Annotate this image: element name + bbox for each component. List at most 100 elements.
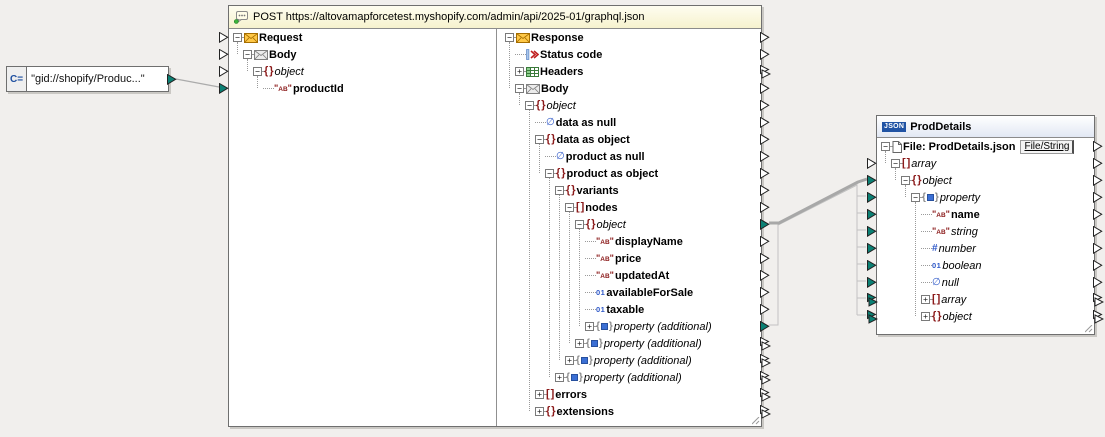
input-connector[interactable]	[219, 49, 229, 60]
output-connector[interactable]	[1093, 293, 1104, 307]
expander-icon[interactable]: −	[565, 203, 574, 212]
input-connector[interactable]	[219, 32, 229, 43]
expander-icon[interactable]: −	[545, 169, 554, 178]
output-connector[interactable]	[1093, 260, 1103, 271]
expander-icon[interactable]: +	[575, 339, 584, 348]
output-connector[interactable]	[1093, 141, 1103, 152]
input-connector-connected[interactable]	[867, 260, 877, 271]
proddetails-component-header[interactable]: JSON ProdDetails	[877, 116, 1094, 138]
proddetails-json-component[interactable]: JSON ProdDetails −File: ProdDetails.json…	[876, 115, 1095, 335]
expander-icon[interactable]: −	[233, 33, 242, 42]
node-label[interactable]: array	[941, 294, 966, 306]
post-component-header[interactable]: POST https://altovamapforcetest.myshopif…	[229, 6, 761, 29]
input-connector-connected[interactable]	[867, 310, 878, 324]
output-connector[interactable]	[760, 151, 770, 162]
expander-icon[interactable]: +	[921, 312, 930, 321]
expander-icon[interactable]: −	[881, 142, 890, 151]
post-webservice-component[interactable]: POST https://altovamapforcetest.myshopif…	[228, 5, 762, 427]
node-label[interactable]: object	[596, 219, 625, 231]
node-label[interactable]: data as null	[556, 117, 617, 129]
output-connector[interactable]	[760, 270, 770, 281]
input-connector-connected[interactable]	[867, 293, 878, 307]
node-label[interactable]: null	[942, 277, 959, 289]
output-connector[interactable]	[760, 371, 771, 385]
expander-icon[interactable]: −	[253, 67, 262, 76]
node-label[interactable]: property (additional)	[614, 321, 712, 333]
node-label[interactable]: Headers	[540, 66, 583, 78]
node-label[interactable]: productId	[293, 83, 344, 95]
expander-icon[interactable]: −	[535, 135, 544, 144]
output-connector[interactable]	[1093, 310, 1104, 324]
node-label[interactable]: Response	[531, 32, 584, 44]
connection-constant-to-productid[interactable]	[176, 79, 219, 87]
expander-icon[interactable]: +	[921, 295, 930, 304]
input-connector-connected[interactable]	[219, 83, 229, 94]
node-label[interactable]: Status code	[540, 49, 602, 61]
output-connector[interactable]	[760, 65, 771, 79]
expander-icon[interactable]: −	[911, 193, 920, 202]
output-connector[interactable]	[760, 388, 771, 402]
output-connector[interactable]	[760, 304, 770, 315]
node-label[interactable]: price	[615, 253, 641, 265]
node-label[interactable]: product as object	[566, 168, 658, 180]
expander-icon[interactable]: −	[891, 159, 900, 168]
output-connector[interactable]	[1093, 209, 1103, 220]
node-label[interactable]: property (additional)	[604, 338, 702, 350]
node-label[interactable]: File: ProdDetails.json	[903, 141, 1015, 153]
node-label[interactable]: data as object	[556, 134, 629, 146]
node-label[interactable]: variants	[576, 185, 618, 197]
output-connector[interactable]	[1093, 277, 1103, 288]
output-connector-connected[interactable]	[760, 321, 770, 332]
expander-icon[interactable]: −	[505, 33, 514, 42]
node-label[interactable]: Body	[269, 49, 297, 61]
constant-component[interactable]: C= "gid://shopify/Produc..."	[6, 66, 169, 92]
expander-icon[interactable]: −	[575, 220, 584, 229]
output-connector[interactable]	[760, 337, 771, 351]
output-connector[interactable]	[1093, 192, 1103, 203]
node-label[interactable]: boolean	[942, 260, 981, 272]
node-label[interactable]: property (additional)	[594, 355, 692, 367]
node-label[interactable]: object	[922, 175, 951, 187]
node-label[interactable]: array	[911, 158, 936, 170]
output-connector[interactable]	[1093, 243, 1103, 254]
input-connector[interactable]	[219, 66, 229, 77]
output-connector[interactable]	[1093, 158, 1103, 169]
input-connector-connected[interactable]	[867, 226, 877, 237]
output-connector[interactable]	[760, 32, 770, 43]
resize-grip[interactable]	[752, 417, 760, 425]
expander-icon[interactable]: −	[901, 176, 910, 185]
node-label[interactable]: object	[546, 100, 575, 112]
output-connector[interactable]	[760, 236, 770, 247]
node-label[interactable]: object	[942, 311, 971, 323]
output-connector[interactable]	[760, 83, 770, 94]
expander-icon[interactable]: −	[515, 84, 524, 93]
connection-copyall-object[interactable]	[769, 179, 867, 223]
expander-icon[interactable]: +	[565, 356, 574, 365]
input-connector-connected[interactable]	[867, 243, 877, 254]
input-connector-connected[interactable]	[867, 277, 877, 288]
connection-child-bus-source[interactable]	[769, 224, 778, 325]
output-connector[interactable]	[1093, 175, 1103, 186]
resize-grip[interactable]	[1085, 325, 1093, 333]
connection-child-bus-target[interactable]	[778, 185, 857, 315]
expander-icon[interactable]: +	[535, 390, 544, 399]
node-label[interactable]: name	[951, 209, 980, 221]
node-label[interactable]: number	[939, 243, 976, 255]
node-label[interactable]: nodes	[585, 202, 617, 214]
output-connector[interactable]	[760, 49, 770, 60]
output-connector[interactable]	[1093, 226, 1103, 237]
node-label[interactable]: string	[951, 226, 978, 238]
node-label[interactable]: updatedAt	[615, 270, 669, 282]
node-label[interactable]: extensions	[556, 406, 613, 418]
expander-icon[interactable]: +	[515, 67, 524, 76]
output-connector-connected[interactable]	[167, 74, 177, 85]
expander-icon[interactable]: −	[243, 50, 252, 59]
output-connector[interactable]	[760, 117, 770, 128]
expander-icon[interactable]: −	[525, 101, 534, 110]
output-connector[interactable]	[760, 253, 770, 264]
input-connector-connected[interactable]	[867, 209, 877, 220]
expander-icon[interactable]: +	[585, 322, 594, 331]
node-label[interactable]: Body	[541, 83, 569, 95]
node-label[interactable]: availableForSale	[606, 287, 693, 299]
node-label[interactable]: taxable	[606, 304, 644, 316]
